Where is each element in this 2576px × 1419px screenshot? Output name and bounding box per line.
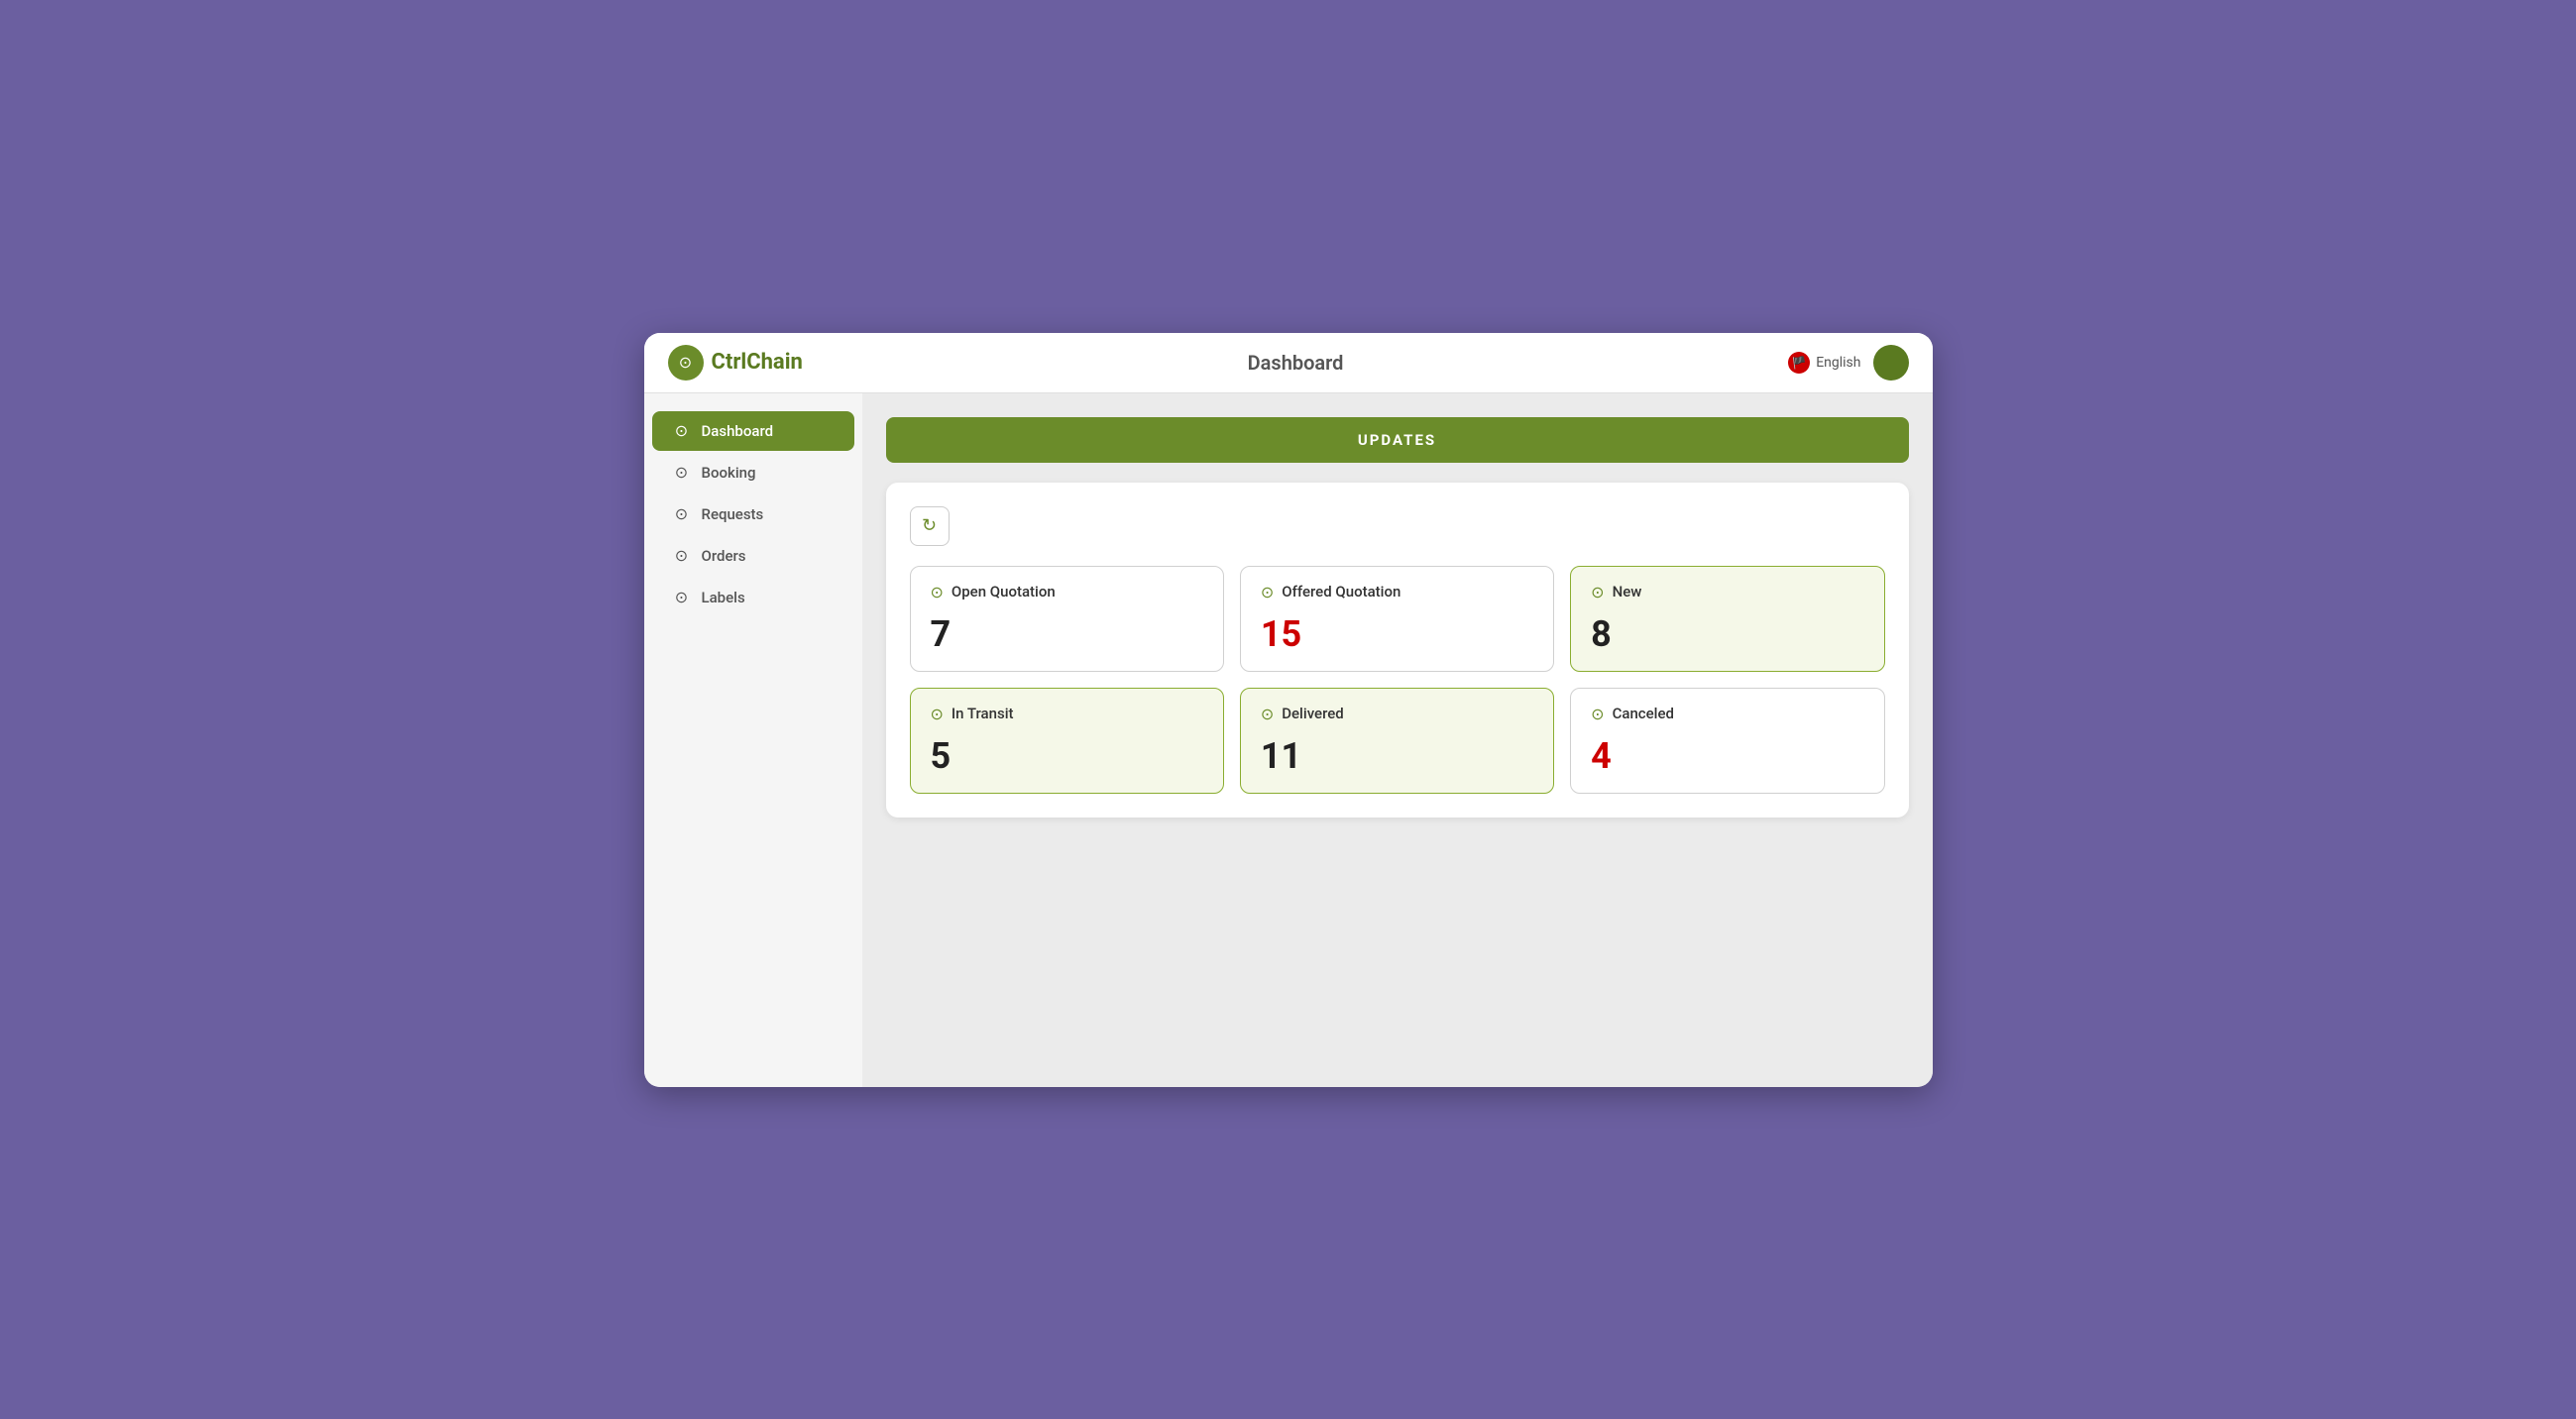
stat-card-in-transit[interactable]: ⊙ In Transit 5	[910, 688, 1224, 794]
sidebar-label-orders: Orders	[702, 547, 746, 565]
sidebar-item-dashboard[interactable]: ⊙ Dashboard	[652, 411, 854, 451]
in-transit-icon: ⊙	[931, 705, 944, 723]
updates-bar: UPDATES	[886, 417, 1909, 463]
sidebar-item-orders[interactable]: ⊙ Orders	[652, 536, 854, 576]
sidebar: ⊙ Dashboard ⊙ Booking ⊙ Requests ⊙ Order…	[644, 393, 862, 1087]
refresh-button[interactable]: ↻	[910, 506, 950, 546]
stat-label-row: ⊙ Open Quotation	[931, 583, 1203, 601]
language-label: English	[1816, 355, 1860, 371]
top-bar: ⊙ CtrlChain Dashboard 🏴 English	[644, 333, 1933, 393]
stat-label-row: ⊙ Offered Quotation	[1261, 583, 1533, 601]
stat-label-row: ⊙ Delivered	[1261, 705, 1533, 723]
new-label: New	[1613, 583, 1642, 600]
sidebar-label-requests: Requests	[702, 505, 764, 523]
top-right: 🏴 English	[1788, 345, 1908, 381]
open-quotation-icon: ⊙	[931, 583, 944, 601]
language-selector[interactable]: 🏴 English	[1788, 352, 1860, 374]
offered-quotation-value: 15	[1261, 613, 1533, 655]
stat-card-offered-quotation[interactable]: ⊙ Offered Quotation 15	[1240, 566, 1554, 672]
delivered-label: Delivered	[1282, 705, 1344, 722]
stat-card-open-quotation[interactable]: ⊙ Open Quotation 7	[910, 566, 1224, 672]
stat-card-new[interactable]: ⊙ New 8	[1570, 566, 1884, 672]
stat-label-row: ⊙ New	[1591, 583, 1863, 601]
logo-text: CtrlChain	[712, 350, 803, 375]
flag-icon: 🏴	[1788, 352, 1810, 374]
stat-card-canceled[interactable]: ⊙ Canceled 4	[1570, 688, 1884, 794]
stat-label-row: ⊙ Canceled	[1591, 705, 1863, 723]
in-transit-value: 5	[931, 735, 1203, 777]
labels-icon: ⊙	[672, 588, 692, 607]
sidebar-item-booking[interactable]: ⊙ Booking	[652, 453, 854, 492]
app-window: ⊙ CtrlChain Dashboard 🏴 English ⊙ Dashbo…	[644, 333, 1933, 1087]
sidebar-label-booking: Booking	[702, 464, 756, 482]
open-quotation-value: 7	[931, 613, 1203, 655]
requests-icon: ⊙	[672, 504, 692, 524]
sidebar-label-dashboard: Dashboard	[702, 422, 774, 440]
in-transit-label: In Transit	[952, 705, 1014, 722]
content-area: UPDATES ↻ ⊙ Open Quotation 7	[862, 393, 1933, 1087]
logo-area: ⊙ CtrlChain	[668, 345, 803, 381]
open-quotation-label: Open Quotation	[952, 583, 1056, 600]
booking-icon: ⊙	[672, 463, 692, 483]
page-title: Dashboard	[1248, 351, 1344, 375]
delivered-icon: ⊙	[1261, 705, 1274, 723]
stat-label-row: ⊙ In Transit	[931, 705, 1203, 723]
sidebar-item-requests[interactable]: ⊙ Requests	[652, 494, 854, 534]
logo-icon: ⊙	[668, 345, 704, 381]
canceled-label: Canceled	[1613, 705, 1674, 722]
sidebar-item-labels[interactable]: ⊙ Labels	[652, 578, 854, 617]
canceled-value: 4	[1591, 735, 1863, 777]
offered-quotation-icon: ⊙	[1261, 583, 1274, 601]
delivered-value: 11	[1261, 735, 1533, 777]
offered-quotation-label: Offered Quotation	[1282, 583, 1400, 600]
orders-icon: ⊙	[672, 546, 692, 566]
new-icon: ⊙	[1591, 583, 1604, 601]
dashboard-icon: ⊙	[672, 421, 692, 441]
main-layout: ⊙ Dashboard ⊙ Booking ⊙ Requests ⊙ Order…	[644, 393, 1933, 1087]
canceled-icon: ⊙	[1591, 705, 1604, 723]
new-value: 8	[1591, 613, 1863, 655]
user-avatar[interactable]	[1873, 345, 1909, 381]
stats-card-container: ↻ ⊙ Open Quotation 7 ⊙ Off	[886, 483, 1909, 818]
stat-card-delivered[interactable]: ⊙ Delivered 11	[1240, 688, 1554, 794]
stats-grid: ⊙ Open Quotation 7 ⊙ Offered Quotation 1…	[910, 566, 1885, 794]
sidebar-label-labels: Labels	[702, 589, 745, 606]
